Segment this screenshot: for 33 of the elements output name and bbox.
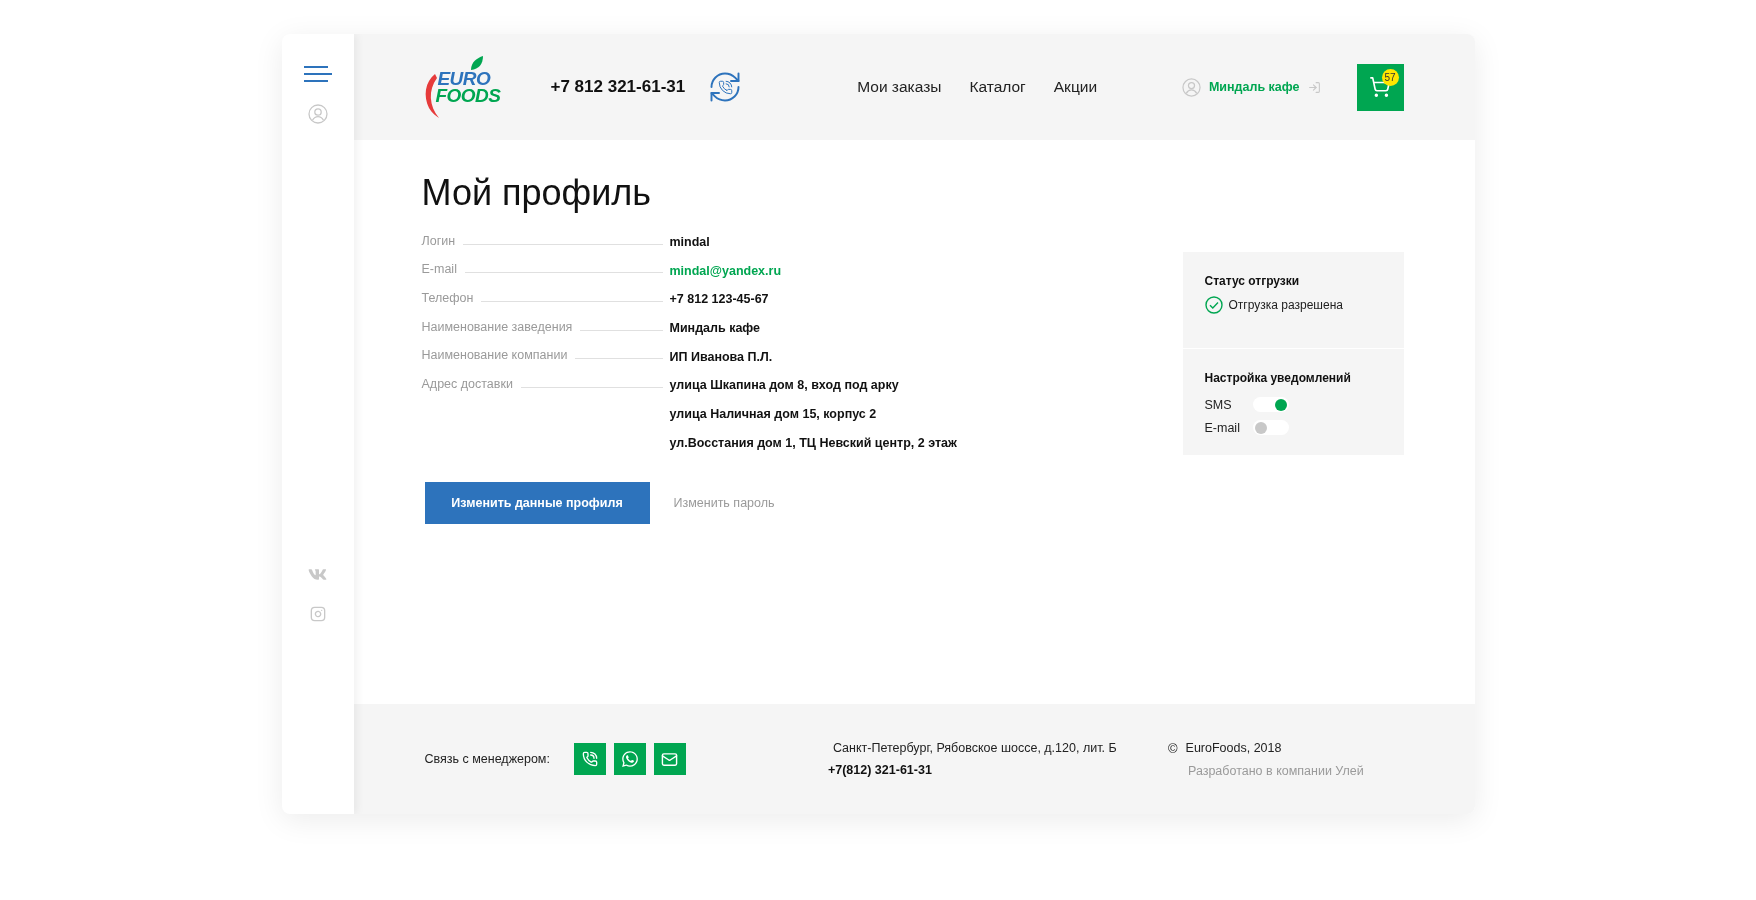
field-value: Миндаль кафе [669, 320, 762, 338]
toggle-label: SMS [1204, 397, 1233, 412]
field-value: улица Наличная дом 15, корпус 2 [669, 406, 878, 424]
footer-address: Санкт-Петербург, Рябовское шоссе, д.120, лит. Б [831, 741, 1118, 755]
field-value: ИП Иванова П.Л. [669, 348, 774, 366]
field-value: улица Шкапина дом 8, вход под арку [669, 377, 900, 395]
page-title: Мой профиль [421, 172, 653, 214]
field-value: ул.Восстания дом 1, ТЦ Невский центр, 2 этаж [669, 434, 958, 452]
copyright-sign: © [1167, 740, 1178, 756]
field-label: E-mail [421, 262, 457, 277]
toggle-label: E-mail [1204, 420, 1241, 435]
field-label: Наименование заведения [421, 319, 573, 334]
field-label: Адрес доставки [421, 377, 513, 392]
nav-link[interactable]: Мои заказы [857, 78, 942, 96]
field-value: +7 812 123-45-67 [669, 291, 770, 309]
edit-profile-button[interactable]: Изменить данные профиля [424, 481, 650, 524]
nav-link[interactable]: Акции [1053, 78, 1098, 96]
header-phone: +7 812 321-61-31 [550, 77, 686, 97]
panel-title: Статус отгрузки [1204, 274, 1301, 288]
copyright-text: EuroFoods, 2018 [1185, 741, 1282, 755]
field-label: Телефон [421, 291, 474, 306]
footer-phone: +7(812) 321-61-31 [827, 763, 933, 777]
panel-title: Настройка уведомлений [1204, 371, 1352, 385]
developer-credit: Разработано в компании Улей [1186, 763, 1364, 778]
field-label: Наименование компании [421, 348, 568, 363]
field-value: mindal [669, 234, 711, 251]
cart-count-badge: 57 [1381, 68, 1399, 86]
contact-label: Связь с менеджером: [424, 752, 550, 766]
shipment-status: Отгрузка разрешена [1228, 298, 1343, 312]
nav-link[interactable]: Каталог [969, 78, 1026, 96]
cart-button[interactable]: 57 [1356, 63, 1404, 111]
logo-text: EURO FOODS [435, 70, 501, 104]
field-label: Логин [421, 233, 456, 248]
